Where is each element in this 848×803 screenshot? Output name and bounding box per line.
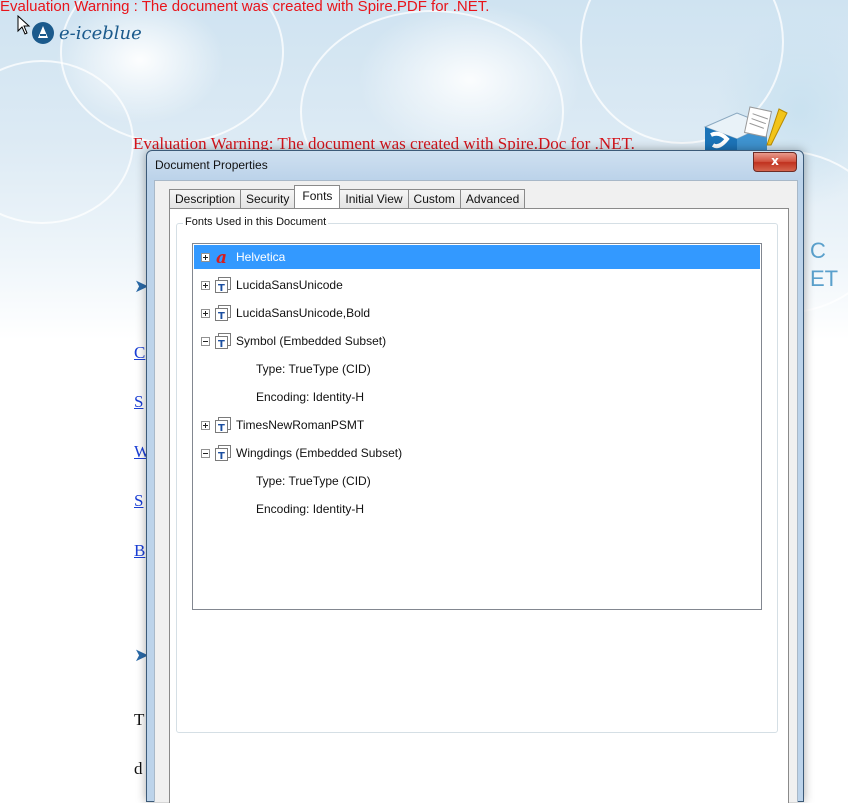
svg-text:a: a — [216, 249, 227, 265]
font-name: Wingdings (Embedded Subset) — [236, 446, 403, 460]
dialog-client-area: Description Security Fonts Initial View … — [154, 180, 798, 803]
svg-text:T: T — [218, 283, 225, 293]
doc-heading-fragment: ET — [810, 266, 839, 291]
doc-link[interactable]: S — [134, 491, 143, 511]
tab-initial-view[interactable]: Initial View — [339, 189, 409, 208]
tab-strip: Description Security Fonts Initial View … — [169, 185, 526, 208]
doc-text: d — [134, 759, 143, 778]
expand-toggle[interactable] — [201, 252, 210, 262]
svg-text:T: T — [218, 339, 225, 349]
collapse-toggle[interactable] — [201, 448, 210, 458]
font-detail-type: Type: TrueType (CID) — [256, 362, 371, 376]
font-name: TimesNewRomanPSMT — [236, 418, 365, 432]
font-item-timesnewromanpsmt[interactable]: T TimesNewRomanPSMT — [194, 413, 364, 437]
doc-link[interactable]: C — [134, 343, 145, 363]
svg-text:T: T — [218, 311, 225, 321]
svg-text:T: T — [218, 451, 225, 461]
font-detail-type: Type: TrueType (CID) — [256, 474, 371, 488]
expand-toggle[interactable] — [201, 420, 210, 430]
truetype-icon: T — [215, 277, 231, 293]
font-item-helvetica[interactable]: a Helvetica — [194, 245, 760, 269]
font-item-lucidasansunicode-bold[interactable]: T LucidaSansUnicode,Bold — [194, 301, 370, 325]
eiceblue-logo: e-iceblue — [30, 20, 142, 46]
expand-toggle[interactable] — [201, 280, 210, 290]
font-item-wingdings[interactable]: T Wingdings (Embedded Subset) — [194, 441, 402, 465]
doc-link[interactable]: S — [134, 392, 143, 412]
mouse-cursor-icon — [17, 15, 31, 35]
doc-text: T — [134, 710, 145, 729]
tab-description[interactable]: Description — [169, 189, 242, 208]
expand-toggle[interactable] — [201, 308, 210, 318]
tab-advanced[interactable]: Advanced — [459, 189, 526, 208]
font-name: Symbol (Embedded Subset) — [236, 334, 387, 348]
eiceblue-logo-icon — [32, 22, 54, 44]
svg-text:T: T — [218, 423, 225, 433]
font-name: LucidaSansUnicode,Bold — [236, 306, 371, 320]
eiceblue-logo-text: e-iceblue — [59, 22, 142, 44]
font-name: Helvetica — [236, 250, 286, 264]
font-detail-encoding: Encoding: Identity-H — [256, 502, 365, 516]
close-button[interactable]: x — [753, 152, 797, 172]
tab-fonts[interactable]: Fonts — [294, 185, 341, 208]
font-item-lucidasansunicode[interactable]: T LucidaSansUnicode — [194, 273, 343, 297]
truetype-icon: T — [215, 417, 231, 433]
fonts-group-label: Fonts Used in this Document — [183, 216, 329, 228]
pdf-evaluation-warning: Evaluation Warning : The document was cr… — [0, 0, 490, 15]
document-properties-dialog: Document Properties x Description Securi… — [146, 150, 804, 803]
doc-link[interactable]: B — [134, 541, 145, 561]
collapse-toggle[interactable] — [201, 336, 210, 346]
fonts-tree[interactable]: a Helvetica T LucidaSansUnicode T Lucida… — [192, 243, 762, 610]
tab-security[interactable]: Security — [240, 189, 296, 208]
dialog-title: Document Properties — [155, 158, 268, 172]
fonts-tab-page: Fonts Used in this Document a Helvetica — [169, 208, 789, 803]
font-detail-encoding: Encoding: Identity-H — [256, 390, 365, 404]
truetype-icon: T — [215, 445, 231, 461]
fonts-group-box: Fonts Used in this Document a Helvetica — [176, 216, 778, 733]
font-type1-icon: a — [216, 249, 227, 265]
font-item-symbol[interactable]: T Symbol (Embedded Subset) — [194, 329, 386, 353]
font-name: LucidaSansUnicode — [236, 278, 343, 292]
tab-custom[interactable]: Custom — [407, 189, 461, 208]
doc-heading-fragment: C — [810, 238, 826, 263]
truetype-icon: T — [215, 305, 231, 321]
truetype-icon: T — [215, 333, 231, 349]
